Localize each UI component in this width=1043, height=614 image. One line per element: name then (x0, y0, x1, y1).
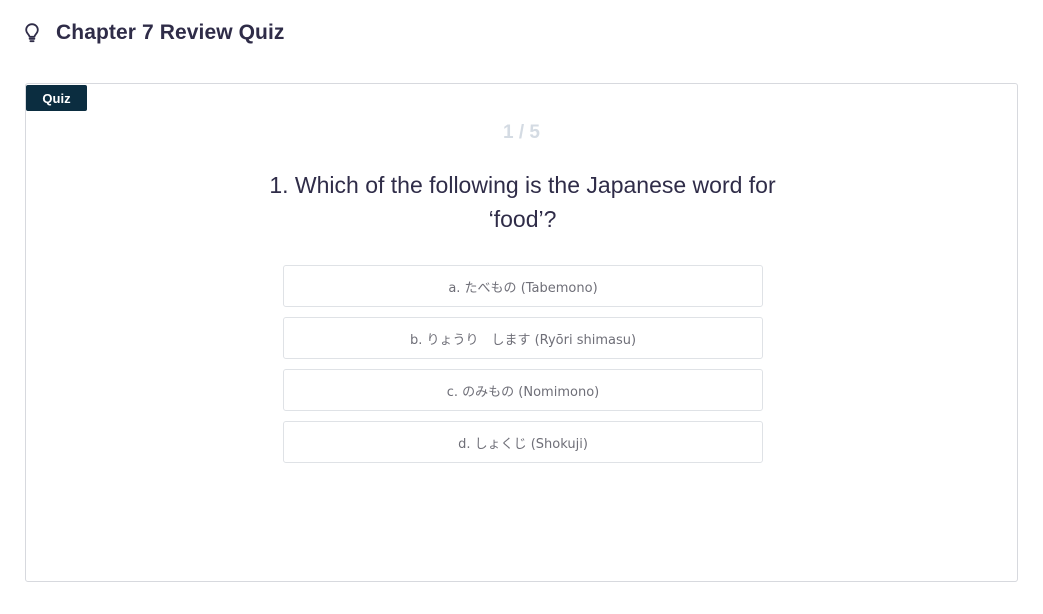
page-title: Chapter 7 Review Quiz (56, 21, 285, 44)
answer-option-a[interactable]: a. たべもの (Tabemono) (283, 265, 763, 307)
quiz-page: Chapter 7 Review Quiz Quiz 1 / 5 1. Whic… (0, 0, 1043, 614)
question-text: 1. Which of the following is the Japanes… (246, 168, 799, 236)
question-line-2: ‘food’? (488, 206, 557, 232)
quiz-badge: Quiz (26, 85, 87, 111)
page-header: Chapter 7 Review Quiz (22, 18, 285, 48)
answer-options: a. たべもの (Tabemono) b. りょうり します (Ryōri sh… (283, 265, 763, 473)
answer-option-c[interactable]: c. のみもの (Nomimono) (283, 369, 763, 411)
lightbulb-icon (22, 21, 42, 45)
answer-option-d[interactable]: d. しょくじ (Shokuji) (283, 421, 763, 463)
quiz-card: Quiz 1 / 5 1. Which of the following is … (25, 83, 1018, 582)
question-progress: 1 / 5 (503, 122, 540, 143)
question-line-1: 1. Which of the following is the Japanes… (269, 172, 776, 198)
answer-option-b[interactable]: b. りょうり します (Ryōri shimasu) (283, 317, 763, 359)
